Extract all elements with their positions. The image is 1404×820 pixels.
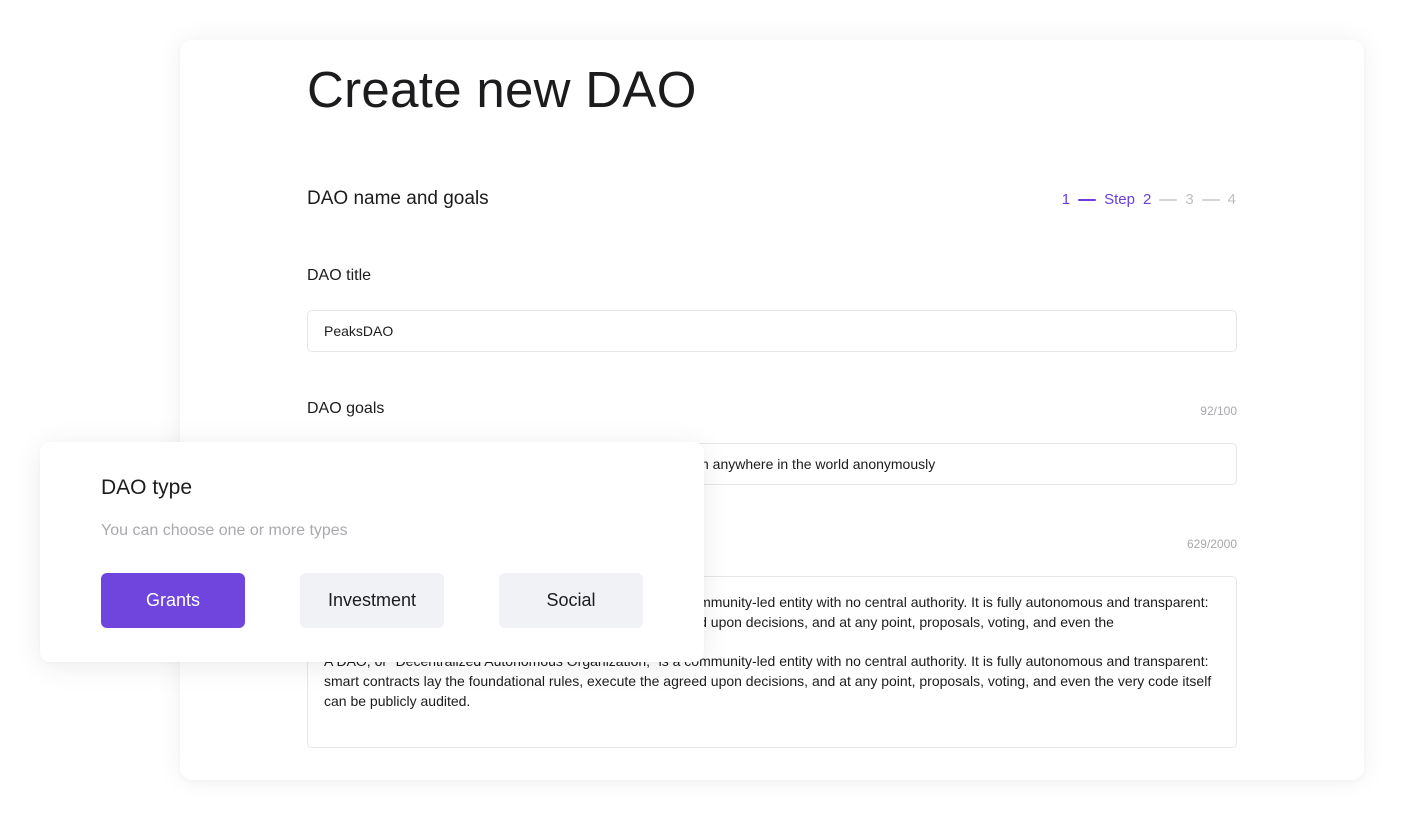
step-connector	[1201, 198, 1220, 201]
step-indicator: 1 Step 2 3 4	[1062, 191, 1236, 208]
dao-goals-counter: 92/100	[1200, 404, 1237, 418]
dao-type-card: DAO type You can choose one or more type…	[40, 442, 704, 662]
dao-type-grants-button[interactable]: Grants	[101, 573, 245, 628]
page-title: Create new DAO	[307, 61, 697, 118]
dao-goals-label: DAO goals	[307, 400, 385, 417]
dao-title-input[interactable]: PeaksDAO	[307, 310, 1237, 352]
step-connector	[1078, 198, 1097, 201]
step-2-current: 2	[1142, 191, 1152, 208]
step-label: Step	[1104, 191, 1135, 208]
dao-type-hint: You can choose one or more types	[101, 522, 348, 539]
dao-type-investment-button[interactable]: Investment	[300, 573, 444, 628]
step-3: 3	[1185, 191, 1194, 208]
stage: Create new DAO DAO name and goals 1 Step…	[0, 0, 1404, 820]
section-title: DAO name and goals	[307, 188, 489, 209]
dao-description-counter: 629/2000	[1186, 537, 1237, 551]
step-1[interactable]: 1	[1062, 191, 1070, 208]
dao-type-title: DAO type	[101, 476, 193, 499]
step-4: 4	[1227, 191, 1236, 208]
step-connector	[1159, 198, 1178, 201]
create-dao-card: Create new DAO DAO name and goals 1 Step…	[180, 40, 1364, 780]
dao-type-social-button[interactable]: Social	[499, 573, 643, 628]
dao-title-label: DAO title	[307, 267, 372, 284]
